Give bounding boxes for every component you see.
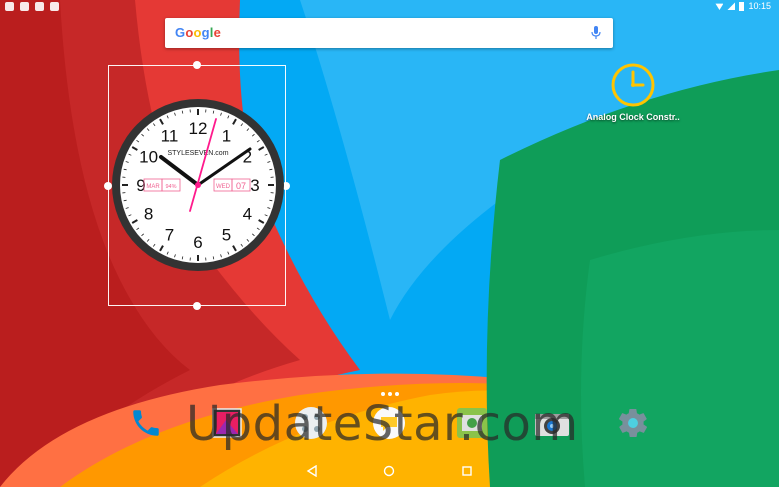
clock-numeral: 5 <box>222 225 231 244</box>
clock-face: 12 1234567891011 STYLESEVEN.com MAR 94% W… <box>112 99 284 271</box>
clock-numeral: 3 <box>250 176 259 195</box>
android-notification-icon <box>50 2 59 11</box>
analog-clock-widget[interactable]: 12 1 2 3 4 5 6 7 8 9 10 11 STYLESEVEN.com MAR 94% W… <box>110 97 286 278</box>
clock-numeral: 8 <box>144 205 153 224</box>
wifi-icon <box>715 3 724 10</box>
clock-numeral: 1 <box>222 127 231 146</box>
clock-numeral: 4 <box>243 205 252 224</box>
clock-brand-text: STYLESEVEN.com <box>167 150 228 157</box>
system-icons: 10:15 <box>715 1 771 11</box>
clock-month: MAR <box>146 184 160 190</box>
clock-weekday: WED <box>216 184 231 190</box>
microphone-icon[interactable] <box>591 26 601 40</box>
battery-icon <box>739 1 745 11</box>
location-notification-icon <box>35 2 44 11</box>
clock-battery: 94% <box>165 184 176 190</box>
clock-numeral: 6 <box>193 233 202 252</box>
resize-handle-top[interactable] <box>193 61 201 69</box>
back-icon <box>306 465 317 477</box>
resize-handle-bottom[interactable] <box>193 302 201 310</box>
back-button[interactable] <box>304 463 320 479</box>
status-bar: 10:15 <box>0 0 779 14</box>
clock-numeral: 7 <box>165 225 174 244</box>
clock-numeral: 12 <box>189 119 208 138</box>
signal-icon <box>727 2 736 10</box>
clock-shortcut-icon <box>611 63 655 107</box>
message-notification-icon <box>20 2 29 11</box>
clock-numeral: 11 <box>161 127 179 146</box>
google-search-bar[interactable]: Google <box>165 18 613 48</box>
recents-icon <box>462 466 472 476</box>
settings-icon[interactable] <box>612 402 654 444</box>
clock-numeral: 10 <box>139 148 158 167</box>
analog-clock-shortcut[interactable]: Analog Clock Constr.. <box>586 62 680 122</box>
google-logo: Google <box>175 25 222 40</box>
recents-button[interactable] <box>459 463 475 479</box>
clock-center-cap <box>195 182 201 188</box>
clock-time: 10:15 <box>748 1 771 11</box>
home-button[interactable] <box>381 463 397 479</box>
watermark: UpdateStar.com <box>186 396 579 452</box>
clock-day: 07 <box>236 181 246 191</box>
navigation-bar <box>0 455 779 487</box>
notification-icons <box>5 2 59 11</box>
phone-icon[interactable] <box>125 402 167 444</box>
skype-notification-icon <box>5 2 14 11</box>
shortcut-label: Analog Clock Constr.. <box>586 112 680 122</box>
home-icon <box>383 465 395 477</box>
